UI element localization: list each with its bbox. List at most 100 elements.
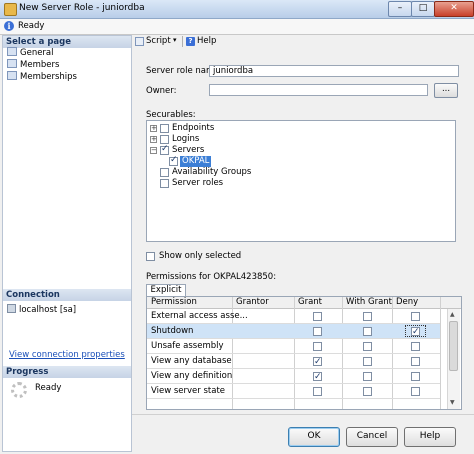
show-only-selected-label: Show only selected — [159, 251, 242, 261]
endpoints-checkbox[interactable] — [160, 124, 169, 133]
column-header-permission[interactable]: Permission — [151, 297, 197, 308]
expand-icon[interactable]: + — [150, 136, 157, 143]
column-header-grantor[interactable]: Grantor — [236, 297, 269, 308]
show-only-selected-checkbox[interactable] — [146, 252, 155, 261]
availability-groups-checkbox[interactable] — [160, 168, 169, 177]
title-bar: New Server Role - juniordba – □ ✕ — [0, 0, 474, 19]
deny-checkbox[interactable] — [411, 342, 420, 351]
with-grant-checkbox[interactable] — [363, 357, 372, 366]
logins-checkbox[interactable] — [160, 135, 169, 144]
left-panel: Select a page General Members Membership… — [2, 35, 132, 452]
expand-icon[interactable]: + — [150, 125, 157, 132]
page-icon — [7, 71, 17, 80]
owner-label: Owner: — [146, 86, 177, 96]
with-grant-checkbox[interactable] — [363, 312, 372, 321]
maximize-button[interactable]: □ — [411, 1, 435, 17]
with-grant-checkbox[interactable] — [363, 342, 372, 351]
progress-status: Ready — [35, 383, 62, 393]
table-row[interactable]: External access asse... — [147, 309, 440, 324]
grant-checkbox[interactable] — [313, 342, 322, 351]
server-role-name-input[interactable]: juniordba — [209, 65, 459, 77]
permissions-grid: Permission Grantor Grant With Grant Deny… — [146, 296, 462, 410]
permission-cell: Shutdown — [151, 326, 194, 336]
cancel-button[interactable]: Cancel — [346, 427, 398, 447]
connection-value: localhost [sa] — [19, 305, 77, 315]
with-grant-checkbox[interactable] — [363, 327, 372, 336]
page-item-general[interactable]: General — [7, 47, 54, 59]
deny-checkbox[interactable] — [411, 357, 420, 366]
close-button[interactable]: ✕ — [434, 1, 474, 17]
with-grant-checkbox[interactable] — [363, 387, 372, 396]
page-item-members[interactable]: Members — [7, 59, 59, 71]
grant-checkbox[interactable] — [313, 370, 322, 384]
page-icon — [7, 47, 17, 56]
toolbar: Script ▾ ? Help — [132, 35, 474, 49]
status-text: Ready — [18, 21, 45, 31]
chevron-down-icon[interactable]: ▾ — [173, 36, 177, 44]
deny-checkbox[interactable] — [411, 312, 420, 321]
grant-checkbox[interactable] — [313, 312, 322, 321]
browse-owner-button[interactable]: ... — [434, 83, 458, 98]
app-icon — [4, 3, 17, 16]
page-item-label: Members — [20, 60, 60, 70]
table-row[interactable]: View server state — [147, 384, 440, 399]
permission-cell: View any database — [151, 356, 232, 366]
general-page: Server role name: juniordba Owner: ... S… — [132, 50, 474, 413]
view-connection-properties-link[interactable]: View connection properties — [9, 350, 125, 360]
toolbar-divider — [182, 36, 183, 47]
deny-checkbox[interactable] — [411, 325, 420, 339]
owner-input[interactable] — [209, 84, 428, 96]
permission-cell: External access asse... — [151, 311, 248, 321]
progress-header: Progress — [3, 366, 131, 378]
scrollbar-thumb[interactable] — [449, 321, 458, 371]
grant-checkbox[interactable] — [313, 355, 322, 369]
table-row[interactable]: Unsafe assembly — [147, 339, 440, 354]
permission-cell: View server state — [151, 386, 226, 396]
help-button[interactable]: Help — [404, 427, 456, 447]
grant-checkbox[interactable] — [313, 387, 322, 396]
deny-checkbox[interactable] — [411, 387, 420, 396]
servers-checkbox[interactable] — [160, 144, 169, 155]
progress-spinner-icon — [11, 382, 27, 398]
minimize-button[interactable]: – — [388, 1, 412, 17]
tree-item-label: Endpoints — [172, 123, 215, 133]
with-grant-checkbox[interactable] — [363, 372, 372, 381]
script-icon — [135, 37, 144, 46]
help-toolbar-button[interactable]: Help — [197, 36, 216, 46]
help-icon: ? — [186, 37, 195, 46]
column-divider — [440, 297, 441, 409]
grid-scrollbar[interactable]: ▲ ▼ — [447, 309, 460, 409]
window-title: New Server Role - juniordba — [19, 3, 145, 13]
page-item-label: Memberships — [20, 72, 77, 82]
info-icon: i — [4, 21, 14, 31]
table-row[interactable]: View any database — [147, 354, 440, 369]
server-roles-checkbox[interactable] — [160, 179, 169, 188]
page-icon — [7, 59, 17, 68]
scroll-up-icon[interactable]: ▲ — [450, 311, 455, 318]
deny-checkbox[interactable] — [411, 372, 420, 381]
table-row[interactable]: Shutdown — [147, 324, 440, 339]
tree-item-label: Server roles — [172, 178, 224, 188]
tree-item-label: OKPAL — [180, 156, 212, 167]
tree-item-label: Logins — [172, 134, 200, 144]
status-bar: i Ready — [0, 19, 474, 35]
footer-divider — [132, 414, 474, 415]
table-row[interactable]: View any definition — [147, 369, 440, 384]
ok-button[interactable]: OK — [288, 427, 340, 447]
page-item-label: General — [20, 48, 54, 58]
script-button[interactable]: Script — [146, 36, 171, 46]
grid-header: Permission Grantor Grant With Grant Deny — [147, 297, 461, 309]
column-header-grant[interactable]: Grant — [298, 297, 322, 308]
securables-tree: + Endpoints + Logins − Servers OKPAL Ava… — [146, 120, 456, 242]
tree-item-label: Availability Groups — [172, 167, 252, 177]
collapse-icon[interactable]: − — [150, 147, 157, 154]
permissions-label: Permissions for OKPAL423850: — [146, 272, 277, 282]
column-header-with-grant[interactable]: With Grant — [346, 297, 392, 308]
scroll-down-icon[interactable]: ▼ — [450, 399, 455, 406]
grant-checkbox[interactable] — [313, 327, 322, 336]
okpal-checkbox[interactable] — [169, 155, 178, 166]
server-icon — [7, 304, 16, 313]
column-header-deny[interactable]: Deny — [396, 297, 418, 308]
connection-item: localhost [sa] — [7, 304, 76, 315]
page-item-memberships[interactable]: Memberships — [7, 71, 77, 83]
